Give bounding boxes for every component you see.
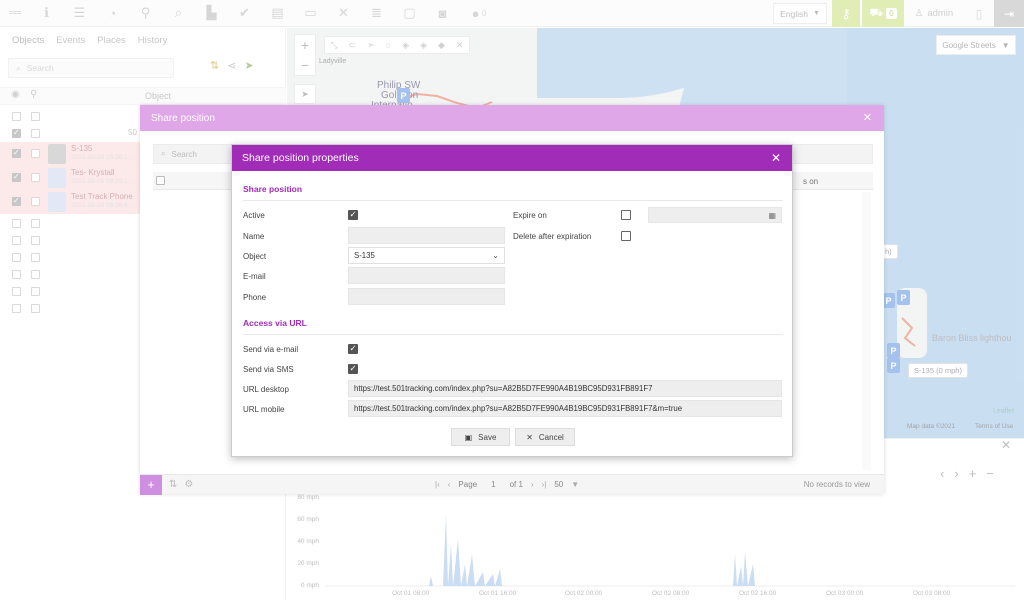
- chevron-down-icon: ⌄: [492, 251, 499, 260]
- settings-icon[interactable]: ⚙: [184, 479, 193, 490]
- chevron-down-icon: ▼: [571, 480, 580, 489]
- delete-after-checkbox[interactable]: [621, 231, 631, 241]
- save-button[interactable]: ▣ Save: [451, 428, 510, 446]
- url-desktop-field[interactable]: https://test.501tracking.com/index.php?s…: [348, 380, 782, 397]
- search-icon: ⌕: [161, 149, 166, 158]
- close-icon[interactable]: ✕: [863, 111, 872, 124]
- refresh-icon[interactable]: ⇅: [169, 479, 177, 490]
- close-icon[interactable]: ✕: [771, 151, 781, 165]
- no-records-text: No records to view: [803, 480, 870, 489]
- expire-date-field[interactable]: ▦: [648, 207, 782, 223]
- last-page-icon[interactable]: ›|: [542, 480, 547, 489]
- object-label: Object: [243, 252, 267, 261]
- object-select[interactable]: S-135 ⌄: [348, 247, 505, 264]
- delete-after-label: Delete after expiration: [513, 232, 592, 241]
- section-access-url: Access via URL: [243, 318, 783, 335]
- share-grid-footer: + ⇅ ⚙ |‹ ‹ Page 1 of 1 › ›| 50 ▼ No reco…: [140, 474, 884, 495]
- next-page-icon[interactable]: ›: [531, 480, 534, 489]
- send-sms-checkbox[interactable]: [348, 363, 358, 374]
- active-checkbox[interactable]: [348, 209, 358, 220]
- url-mobile-field[interactable]: https://test.501tracking.com/index.php?s…: [348, 400, 782, 417]
- name-label: Name: [243, 232, 265, 241]
- cancel-button[interactable]: ✕ Cancel: [515, 428, 575, 446]
- phone-field[interactable]: [348, 288, 505, 305]
- first-page-icon[interactable]: |‹: [435, 480, 440, 489]
- email-label: E-mail: [243, 272, 266, 281]
- cancel-label: Cancel: [538, 432, 564, 442]
- pager: |‹ ‹ Page 1 of 1 › ›| 50 ▼: [435, 480, 579, 489]
- search-placeholder: Search: [171, 149, 197, 159]
- object-select-value: S-135: [354, 251, 375, 260]
- select-all-checkbox[interactable]: [156, 176, 165, 185]
- send-email-checkbox[interactable]: [348, 343, 358, 354]
- send-email-label: Send via e-mail: [243, 345, 299, 354]
- calendar-icon[interactable]: ▦: [768, 211, 776, 220]
- cancel-icon: ✕: [526, 432, 533, 442]
- page-of: of 1: [509, 480, 523, 489]
- dialog-title: Share position properties: [232, 145, 792, 171]
- name-field[interactable]: [348, 227, 505, 244]
- active-label: Active: [243, 211, 265, 220]
- phone-label: Phone: [243, 293, 267, 302]
- dialog-title: Share position: [140, 105, 884, 131]
- add-button[interactable]: +: [140, 474, 162, 495]
- prev-page-icon[interactable]: ‹: [448, 480, 451, 489]
- scrollbar[interactable]: [862, 192, 871, 470]
- save-icon: ▣: [464, 432, 473, 442]
- section-share-position: Share position: [243, 184, 783, 201]
- save-label: Save: [478, 432, 497, 442]
- email-field[interactable]: [348, 267, 505, 284]
- share-properties-dialog: Share position properties ✕ Share positi…: [231, 144, 793, 457]
- per-page-select[interactable]: 50: [554, 480, 563, 489]
- expire-on-checkbox[interactable]: [621, 210, 631, 220]
- column-expires-on: s on: [803, 177, 819, 186]
- url-desktop-label: URL desktop: [243, 385, 289, 394]
- expire-on-label: Expire on: [513, 211, 547, 220]
- send-sms-label: Send via SMS: [243, 365, 294, 374]
- page-label: Page: [458, 480, 478, 489]
- url-mobile-label: URL mobile: [243, 405, 285, 414]
- page-input[interactable]: 1: [485, 480, 501, 489]
